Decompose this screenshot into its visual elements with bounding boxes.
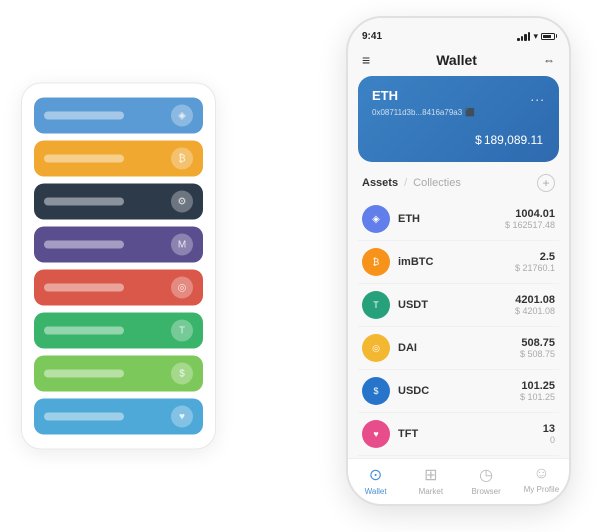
card-icon: ₿	[171, 148, 193, 170]
menu-icon[interactable]: ≡	[362, 52, 370, 68]
list-item[interactable]: M	[34, 227, 203, 263]
table-row[interactable]: ◈ ETH 1004.01 $ 162517.48	[358, 198, 559, 241]
signal-icon	[517, 32, 530, 41]
battery-icon	[541, 33, 555, 40]
eth-card-header: ETH ...	[372, 88, 545, 104]
list-item[interactable]: $	[34, 356, 203, 392]
asset-primary-amount: 1004.01	[505, 208, 555, 220]
browser-nav-label: Browser	[471, 487, 500, 496]
card-label	[44, 327, 124, 335]
card-label	[44, 284, 124, 292]
bottom-nav: ⊙ Wallet ⊞ Market ◷ Browser ☺ My Profile	[348, 458, 569, 504]
card-label	[44, 198, 124, 206]
asset-amounts: 508.75 $ 508.75	[520, 337, 555, 359]
asset-amounts: 13 0	[543, 423, 555, 445]
asset-secondary-amount: $ 162517.48	[505, 220, 555, 230]
page-title: Wallet	[436, 52, 477, 68]
eth-card-address: 0x08711d3b...8416a79a3 ⬛	[372, 108, 545, 117]
asset-amounts: 2.5 $ 21760.1	[515, 251, 555, 273]
asset-name: USDC	[398, 385, 520, 397]
status-time: 9:41	[362, 31, 382, 42]
card-icon: ⚙	[171, 191, 193, 213]
card-label	[44, 112, 124, 120]
eth-icon: ◈	[362, 205, 390, 233]
expand-icon[interactable]: ⇔	[543, 53, 555, 67]
asset-primary-amount: 4201.08	[515, 294, 555, 306]
card-stack: ◈ ₿ ⚙ M ◎ T $ ♥	[21, 83, 216, 450]
assets-header: Assets / Collecties +	[348, 170, 569, 198]
card-icon: ♥	[171, 406, 193, 428]
usdc-icon: $	[362, 377, 390, 405]
asset-secondary-amount: $ 101.25	[520, 392, 555, 402]
tab-divider: /	[404, 177, 407, 189]
market-nav-label: Market	[419, 487, 443, 496]
card-label	[44, 241, 124, 249]
table-row[interactable]: $ USDC 101.25 $ 101.25	[358, 370, 559, 413]
table-row[interactable]: ♥ TFT 13 0	[358, 413, 559, 456]
eth-card-name: ETH	[372, 88, 398, 103]
list-item[interactable]: ⚙	[34, 184, 203, 220]
card-icon: $	[171, 363, 193, 385]
card-icon: ◎	[171, 277, 193, 299]
asset-primary-amount: 508.75	[520, 337, 555, 349]
assets-tabs: Assets / Collecties	[362, 177, 461, 189]
scene: ◈ ₿ ⚙ M ◎ T $ ♥	[21, 16, 581, 516]
tft-icon: ♥	[362, 420, 390, 448]
list-item[interactable]: ₿	[34, 141, 203, 177]
profile-nav-label: My Profile	[524, 485, 560, 494]
list-item[interactable]: ◎	[34, 270, 203, 306]
asset-list: ◈ ETH 1004.01 $ 162517.48 ₿ imBTC 2.5 $ …	[348, 198, 569, 458]
dai-icon: ◎	[362, 334, 390, 362]
wallet-nav-icon: ⊙	[369, 465, 382, 485]
nav-item-profile[interactable]: ☺ My Profile	[514, 465, 569, 496]
card-label	[44, 413, 124, 421]
card-label	[44, 155, 124, 163]
asset-name: ETH	[398, 213, 505, 225]
usdt-icon: T	[362, 291, 390, 319]
card-label	[44, 370, 124, 378]
card-icon: T	[171, 320, 193, 342]
table-row[interactable]: T USDT 4201.08 $ 4201.08	[358, 284, 559, 327]
asset-secondary-amount: $ 508.75	[520, 349, 555, 359]
list-item[interactable]: T	[34, 313, 203, 349]
card-icon: ◈	[171, 105, 193, 127]
profile-nav-icon: ☺	[533, 465, 549, 483]
asset-name: DAI	[398, 342, 520, 354]
nav-item-browser[interactable]: ◷ Browser	[459, 465, 514, 496]
tab-assets[interactable]: Assets	[362, 177, 398, 189]
asset-amounts: 101.25 $ 101.25	[520, 380, 555, 402]
wifi-icon: ▾	[533, 31, 538, 42]
wallet-nav-label: Wallet	[365, 487, 387, 496]
phone-mockup: 9:41 ▾ ≡ Wallet ⇔ ETH	[346, 16, 571, 506]
nav-item-wallet[interactable]: ⊙ Wallet	[348, 465, 403, 496]
add-asset-button[interactable]: +	[537, 174, 555, 192]
asset-primary-amount: 101.25	[520, 380, 555, 392]
list-item[interactable]: ◈	[34, 98, 203, 134]
status-bar: 9:41 ▾	[348, 18, 569, 48]
market-nav-icon: ⊞	[424, 465, 437, 485]
list-item[interactable]: ♥	[34, 399, 203, 435]
asset-secondary-amount: $ 21760.1	[515, 263, 555, 273]
status-icons: ▾	[517, 31, 555, 42]
asset-primary-amount: 13	[543, 423, 555, 435]
asset-name: TFT	[398, 428, 543, 440]
table-row[interactable]: ◎ DAI 508.75 $ 508.75	[358, 327, 559, 370]
imbtc-icon: ₿	[362, 248, 390, 276]
asset-amounts: 1004.01 $ 162517.48	[505, 208, 555, 230]
asset-name: USDT	[398, 299, 515, 311]
asset-name: imBTC	[398, 256, 515, 268]
browser-nav-icon: ◷	[479, 465, 493, 485]
table-row[interactable]: ₿ imBTC 2.5 $ 21760.1	[358, 241, 559, 284]
asset-secondary-amount: $ 4201.08	[515, 306, 555, 316]
asset-secondary-amount: 0	[543, 435, 555, 445]
eth-card[interactable]: ETH ... 0x08711d3b...8416a79a3 ⬛ $189,08…	[358, 76, 559, 162]
asset-primary-amount: 2.5	[515, 251, 555, 263]
nav-item-market[interactable]: ⊞ Market	[403, 465, 458, 496]
asset-amounts: 4201.08 $ 4201.08	[515, 294, 555, 316]
tab-collecties[interactable]: Collecties	[413, 177, 461, 189]
card-icon: M	[171, 234, 193, 256]
eth-card-more-button[interactable]: ...	[530, 88, 545, 104]
phone-header: ≡ Wallet ⇔	[348, 48, 569, 76]
eth-card-balance: $189,089.11	[372, 127, 545, 150]
